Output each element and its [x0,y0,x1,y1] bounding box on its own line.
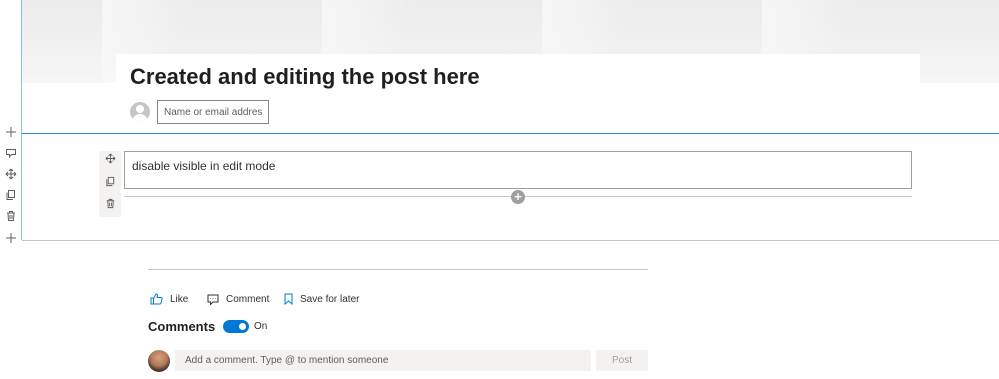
save-for-later-button[interactable]: Save for later [284,292,359,306]
add-section-icon[interactable] [3,126,19,142]
duplicate-section-icon[interactable] [3,189,19,205]
author-input[interactable] [157,100,269,124]
move-section-icon[interactable] [3,168,19,184]
author-avatar [130,102,150,122]
like-icon [150,293,163,305]
comment-button[interactable]: Comment [207,292,269,306]
post-button[interactable]: Post [596,350,648,371]
save-label: Save for later [300,293,360,305]
page-title[interactable]: Created and editing the post here [130,64,480,90]
delete-section-icon[interactable] [3,210,19,226]
webpart-toolbar [99,151,121,217]
text-webpart[interactable]: disable visible in edit mode [124,151,912,189]
user-avatar [148,350,170,372]
comment-icon [207,294,219,305]
add-webpart-icon[interactable]: + [511,190,525,204]
section-bottom-border [22,240,999,241]
comments-heading: Comments [148,319,216,334]
bookmark-icon [284,293,293,305]
delete-icon[interactable] [102,198,118,214]
add-section-below-icon[interactable] [3,232,19,248]
move-icon[interactable] [102,153,118,169]
comment-label: Comment [226,293,270,305]
like-button[interactable]: Like [150,292,188,306]
section-left-border [21,0,22,240]
comments-toggle-label: On [254,321,268,332]
comment-input[interactable] [175,350,591,371]
like-label: Like [170,293,189,305]
duplicate-icon[interactable] [102,176,118,192]
text-webpart-content[interactable]: disable visible in edit mode [132,159,275,173]
edit-section-icon[interactable] [3,147,19,163]
section-top-border [22,133,999,134]
social-divider [148,269,648,270]
comments-toggle[interactable] [223,320,249,333]
